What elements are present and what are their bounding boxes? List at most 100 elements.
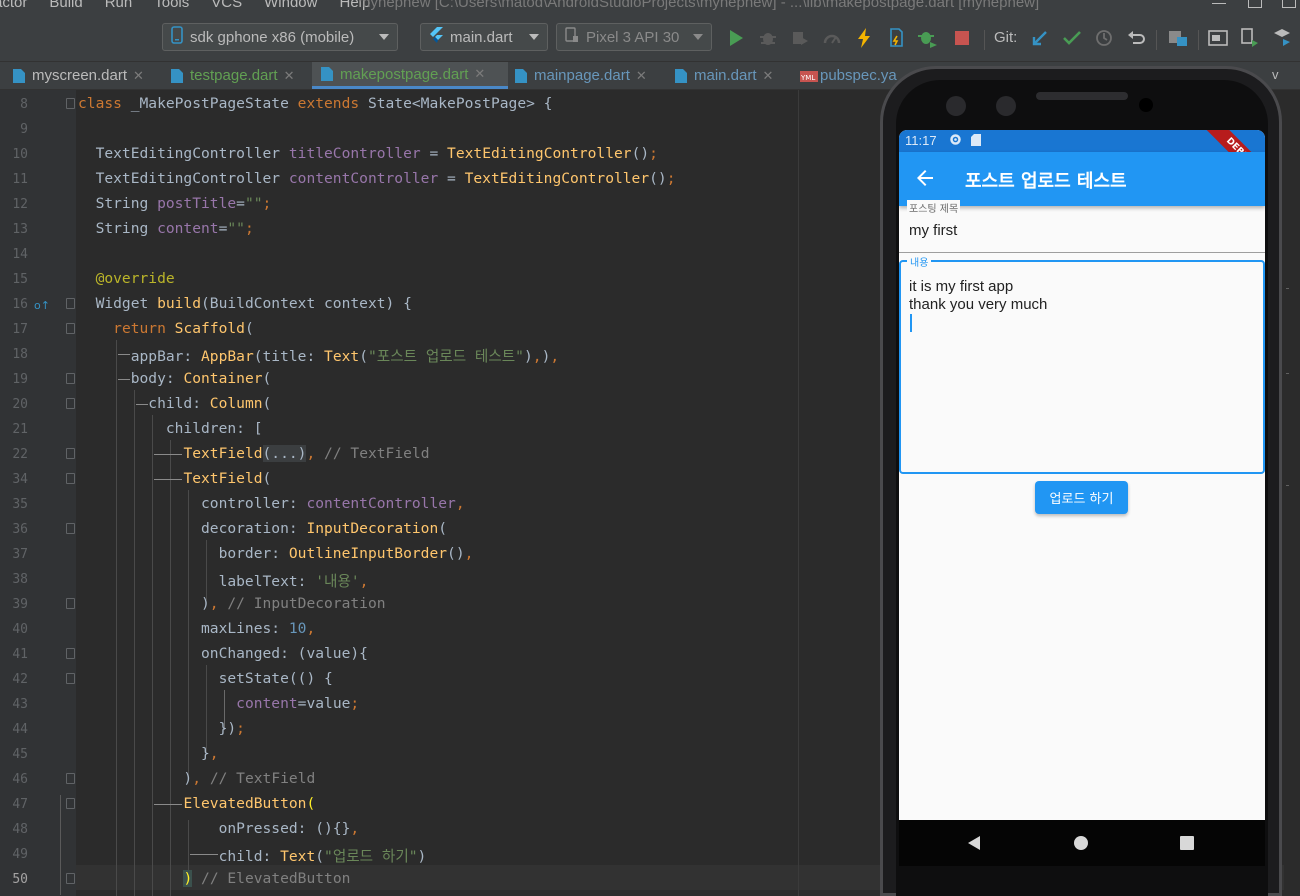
menu-vcs[interactable]: VCS <box>211 0 242 11</box>
fold-marker[interactable] <box>66 673 75 684</box>
fold-marker[interactable] <box>66 373 75 384</box>
fold-marker[interactable] <box>66 323 75 334</box>
nav-recents-icon[interactable] <box>1180 836 1194 850</box>
device-selector[interactable]: sdk gphone x86 (mobile) <box>162 23 398 51</box>
menu-run[interactable]: Run <box>105 0 133 11</box>
nav-home-icon[interactable] <box>1074 836 1088 850</box>
code-line: labelText: '내용', <box>78 573 369 590</box>
hot-reload-icon[interactable] <box>854 28 874 48</box>
close-icon[interactable]: ✕ <box>284 68 295 84</box>
tab-label: makepostpage.dart <box>340 65 469 83</box>
git-update-icon[interactable] <box>1030 28 1050 48</box>
tab-main[interactable]: main.dart ✕ <box>674 62 773 89</box>
fold-marker[interactable] <box>66 798 75 809</box>
code-line: @override <box>95 270 175 287</box>
tab-pubspec[interactable]: YML pubspec.ya <box>800 62 897 89</box>
fold-marker[interactable] <box>66 298 75 309</box>
status-time: 11:17 <box>905 133 937 148</box>
fold-marker[interactable] <box>66 873 75 884</box>
profile-icon[interactable] <box>822 28 842 48</box>
run-config-selector[interactable]: main.dart <box>420 23 548 51</box>
vertical-scrollbar[interactable] <box>1284 90 1300 896</box>
fold-marker[interactable] <box>66 773 75 784</box>
code-line: child: Column( <box>78 395 272 412</box>
run-icon[interactable] <box>726 28 746 48</box>
nav-back-icon[interactable] <box>968 836 980 850</box>
git-commit-icon[interactable] <box>1062 28 1082 48</box>
code-line: class _MakePostPageState extends State<M… <box>78 95 553 112</box>
code-line: content=value; <box>236 695 360 712</box>
tab-label: pubspec.ya <box>820 67 897 84</box>
front-camera <box>946 96 966 116</box>
maximize-button[interactable] <box>1248 0 1262 8</box>
tab-label: mainpage.dart <box>534 67 630 84</box>
code-line: setState(() { <box>78 670 333 687</box>
close-window-button[interactable] <box>1282 0 1296 8</box>
flutter-icon <box>429 27 443 47</box>
toolbar: sdk gphone x86 (mobile) main.dart Pixel … <box>0 12 1300 62</box>
front-camera <box>996 96 1016 116</box>
close-icon[interactable]: ✕ <box>474 66 485 82</box>
override-marker-icon[interactable]: o↑ <box>34 299 50 312</box>
tab-overflow[interactable]: v <box>1272 67 1279 82</box>
fold-marker[interactable] <box>66 648 75 659</box>
tab-label: myscreen.dart <box>32 67 128 84</box>
code-line: appBar: AppBar(title: Text("포스트 업로드 테스트"… <box>78 348 560 365</box>
coverage-icon[interactable] <box>790 28 810 48</box>
project-structure-icon[interactable] <box>1168 28 1188 48</box>
device-file-explorer-icon[interactable] <box>1240 28 1260 48</box>
emulator-screen[interactable]: 11:17 DEBUG 포스트 업로드 테스트 포스팅 제목 my first … <box>899 130 1265 820</box>
close-icon[interactable]: ✕ <box>636 68 647 84</box>
tab-mainpage[interactable]: mainpage.dart ✕ <box>514 62 647 89</box>
phone-speaker <box>1036 92 1128 100</box>
fold-marker[interactable] <box>66 473 75 484</box>
device-manager-icon[interactable] <box>1208 28 1228 48</box>
close-icon[interactable]: ✕ <box>763 68 774 84</box>
tab-makepostpage[interactable]: makepostpage.dart ✕ <box>312 62 508 89</box>
line-number: 15 <box>12 272 28 287</box>
line-number: 35 <box>12 497 28 512</box>
git-history-icon[interactable] <box>1094 28 1114 48</box>
close-icon[interactable]: ✕ <box>133 68 144 84</box>
line-number: 11 <box>12 172 28 187</box>
menu-tools[interactable]: Tools <box>154 0 189 11</box>
menu-bar: actor Build Run Tools VCS Window Help my… <box>0 0 1300 12</box>
tab-myscreen[interactable]: myscreen.dart ✕ <box>12 62 144 89</box>
menu-build[interactable]: Build <box>49 0 82 11</box>
fold-marker[interactable] <box>66 98 75 109</box>
line-number: 21 <box>12 422 28 437</box>
line-number: 48 <box>12 822 28 837</box>
avd-selector[interactable]: Pixel 3 API 30 <box>556 23 712 51</box>
code-line: }); <box>78 720 245 737</box>
debug-icon[interactable] <box>758 28 778 48</box>
back-arrow-icon[interactable] <box>913 166 937 190</box>
fold-marker[interactable] <box>66 523 75 534</box>
fold-marker[interactable] <box>66 398 75 409</box>
git-rollback-icon[interactable] <box>1126 28 1146 48</box>
post-title-field[interactable]: 포스팅 제목 my first <box>899 200 1265 256</box>
code-line: onChanged: (value){ <box>78 645 368 662</box>
upload-button[interactable]: 업로드 하기 <box>1035 481 1128 514</box>
code-line: ), // TextField <box>78 770 316 787</box>
menu-window[interactable]: Window <box>264 0 317 11</box>
line-number: 14 <box>12 247 28 262</box>
attach-debugger-icon[interactable] <box>918 28 938 48</box>
content-value: it is my first app thank you very much <box>909 278 1047 314</box>
code-line: onPressed: (){}, <box>78 820 360 837</box>
tab-testpage[interactable]: testpage.dart ✕ <box>170 62 294 89</box>
line-number: 40 <box>12 622 28 637</box>
content-field[interactable]: 내용 it is my first app thank you very muc… <box>899 254 1265 474</box>
sdk-manager-icon[interactable] <box>1272 28 1292 48</box>
stop-icon[interactable] <box>952 28 972 48</box>
minimize-button[interactable] <box>1212 0 1226 4</box>
dart-file-icon <box>674 68 688 84</box>
fold-marker[interactable] <box>66 448 75 459</box>
app-bar: 포스트 업로드 테스트 <box>899 152 1265 206</box>
line-number: 13 <box>12 222 28 237</box>
hot-restart-icon[interactable] <box>886 28 906 48</box>
line-number: 42 <box>12 672 28 687</box>
line-number: 34 <box>12 472 28 487</box>
fold-marker[interactable] <box>66 598 75 609</box>
git-label: Git: <box>994 29 1018 46</box>
menu-refactor[interactable]: actor <box>0 0 27 11</box>
